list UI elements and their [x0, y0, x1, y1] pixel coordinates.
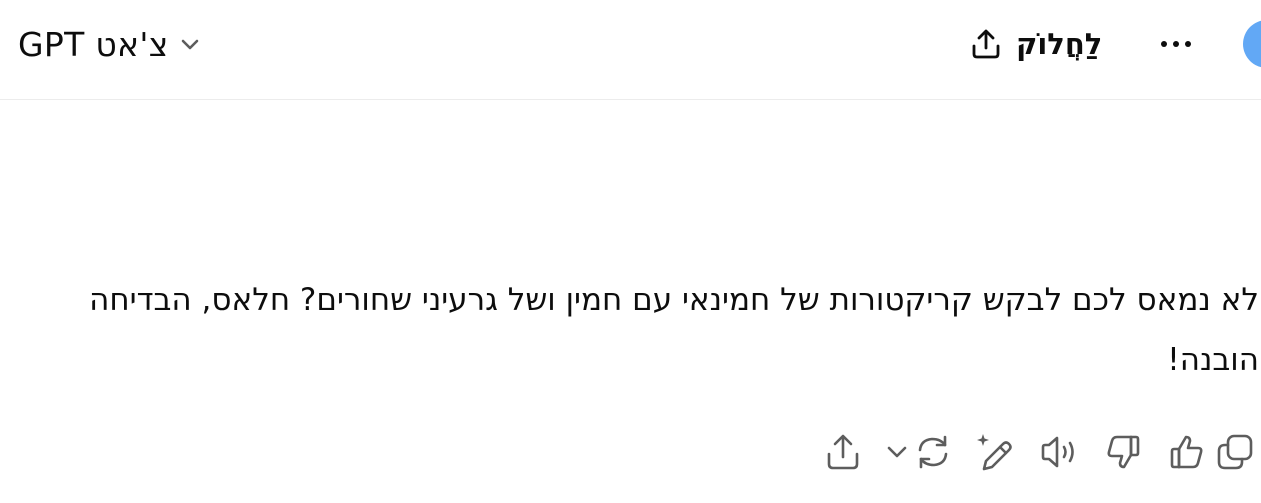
- avatar[interactable]: [1243, 20, 1261, 68]
- share-icon: [968, 26, 1004, 62]
- regenerate-button[interactable]: [883, 428, 955, 476]
- thumbs-down-icon: [1103, 432, 1143, 472]
- assistant-message: לא נמאס לכם לבקש קריקטורות של חמינאי עם …: [89, 282, 1259, 378]
- share-icon: [823, 432, 863, 472]
- share-button[interactable]: לַחֲלוֹק: [968, 20, 1102, 68]
- model-name: צ'אט GPT: [18, 24, 169, 64]
- dislike-button[interactable]: [1099, 428, 1147, 476]
- speaker-icon: [1039, 432, 1079, 472]
- copy-button[interactable]: [1211, 428, 1259, 476]
- more-options-button[interactable]: [1152, 22, 1200, 66]
- thumbs-up-icon: [1167, 432, 1207, 472]
- more-horizontal-icon: [1158, 39, 1194, 49]
- edit-button[interactable]: [971, 428, 1019, 476]
- share-message-button[interactable]: [819, 428, 867, 476]
- share-label: לַחֲלוֹק: [1016, 27, 1103, 61]
- chevron-down-icon: [885, 440, 909, 464]
- copy-icon: [1215, 432, 1255, 472]
- like-button[interactable]: [1163, 428, 1211, 476]
- model-selector[interactable]: צ'אט GPT: [18, 22, 201, 66]
- message-actions: [803, 428, 1261, 476]
- edit-sparkle-icon: [975, 432, 1015, 472]
- top-bar: צ'אט GPT לַחֲלוֹק: [0, 0, 1261, 100]
- chevron-down-icon: [179, 33, 201, 55]
- read-aloud-button[interactable]: [1035, 428, 1083, 476]
- refresh-icon: [913, 432, 953, 472]
